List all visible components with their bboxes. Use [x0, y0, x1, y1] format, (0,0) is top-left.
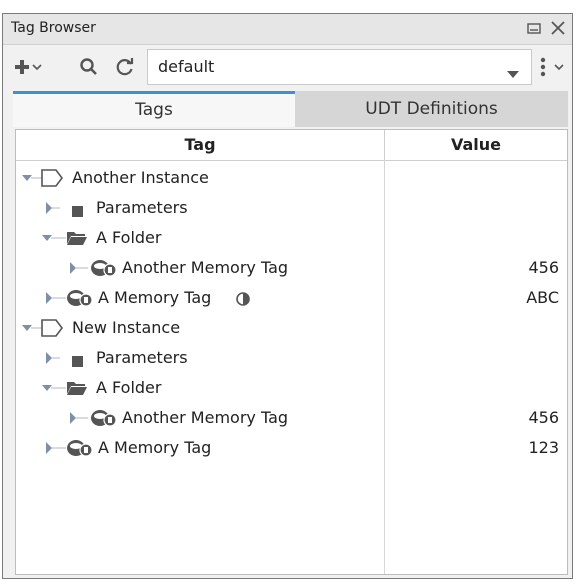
tree-item-label: New Instance: [72, 318, 181, 337]
table-row[interactable]: New Instance: [16, 313, 567, 343]
tag-value: 123: [528, 438, 559, 457]
tab-tags[interactable]: Tags: [13, 91, 295, 127]
tag-value: 456: [528, 408, 559, 427]
parameters-icon: [72, 353, 84, 372]
tag-value: ABC: [526, 288, 559, 307]
tree-item-label: A Folder: [96, 378, 162, 397]
table-row[interactable]: A Memory Tag 123: [16, 433, 567, 463]
title-bar: Tag Browser: [3, 14, 572, 45]
table-row[interactable]: Parameters: [16, 343, 567, 373]
tag-provider-value: default: [158, 57, 215, 76]
tag-tree-table: Tag Value Another Instance Parameters A …: [15, 129, 568, 575]
tag-value: 456: [528, 258, 559, 277]
tag-browser-panel: Tag Browser default Tags UDT Definitions…: [2, 13, 573, 579]
table-row[interactable]: Another Memory Tag 456: [16, 253, 567, 283]
tab-strip: Tags UDT Definitions: [13, 91, 568, 127]
search-button[interactable]: [77, 55, 101, 79]
override-badge-icon: [236, 291, 250, 310]
table-header: Tag Value: [16, 130, 567, 161]
tree-item-label: Parameters: [96, 198, 188, 217]
expand-arrow-icon[interactable]: [46, 201, 70, 220]
tag-provider-dropdown[interactable]: default: [147, 49, 532, 85]
table-row[interactable]: A Folder: [16, 373, 567, 403]
refresh-button[interactable]: [113, 55, 137, 79]
expand-arrow-icon[interactable]: [42, 232, 68, 251]
toolbar: default: [3, 45, 572, 89]
table-row[interactable]: Parameters: [16, 193, 567, 223]
add-icon: [15, 60, 42, 74]
tree-item-label: Another Instance: [72, 168, 209, 187]
memory-tag-icon: [66, 437, 94, 463]
options-menu-button[interactable]: [533, 55, 567, 79]
table-row[interactable]: Another Instance: [16, 163, 567, 193]
minimize-window-icon[interactable]: [523, 17, 545, 39]
tree-item-label: A Folder: [96, 228, 162, 247]
refresh-icon: [116, 58, 134, 76]
parameters-icon: [72, 203, 84, 222]
tab-udt-definitions[interactable]: UDT Definitions: [295, 91, 568, 127]
tree-item-label: Another Memory Tag: [122, 258, 289, 277]
memory-tag-icon: [90, 257, 118, 283]
table-row[interactable]: A Memory Tag ABC: [16, 283, 567, 313]
column-header-tag[interactable]: Tag: [16, 130, 385, 160]
folder-icon: [66, 379, 88, 401]
expand-arrow-icon[interactable]: [46, 351, 70, 370]
tree-item-label: Parameters: [96, 348, 188, 367]
add-tag-button[interactable]: [9, 55, 45, 79]
memory-tag-icon: [90, 407, 118, 433]
table-row[interactable]: Another Memory Tag 456: [16, 403, 567, 433]
chevron-down-icon: [507, 64, 519, 83]
udt-instance-icon: [40, 318, 64, 342]
memory-tag-icon: [66, 287, 94, 313]
expand-arrow-icon[interactable]: [42, 382, 68, 401]
close-icon[interactable]: [547, 17, 569, 39]
tree-item-label: A Memory Tag: [98, 288, 212, 307]
folder-icon: [66, 229, 88, 251]
kebab-menu-icon: [540, 57, 564, 77]
window-title: Tag Browser: [11, 20, 96, 36]
search-icon: [80, 58, 97, 75]
tree-item-label: A Memory Tag: [98, 438, 212, 457]
table-row[interactable]: A Folder: [16, 223, 567, 253]
tree-item-label: Another Memory Tag: [122, 408, 289, 427]
column-header-value[interactable]: Value: [385, 130, 567, 160]
udt-instance-icon: [40, 168, 64, 192]
